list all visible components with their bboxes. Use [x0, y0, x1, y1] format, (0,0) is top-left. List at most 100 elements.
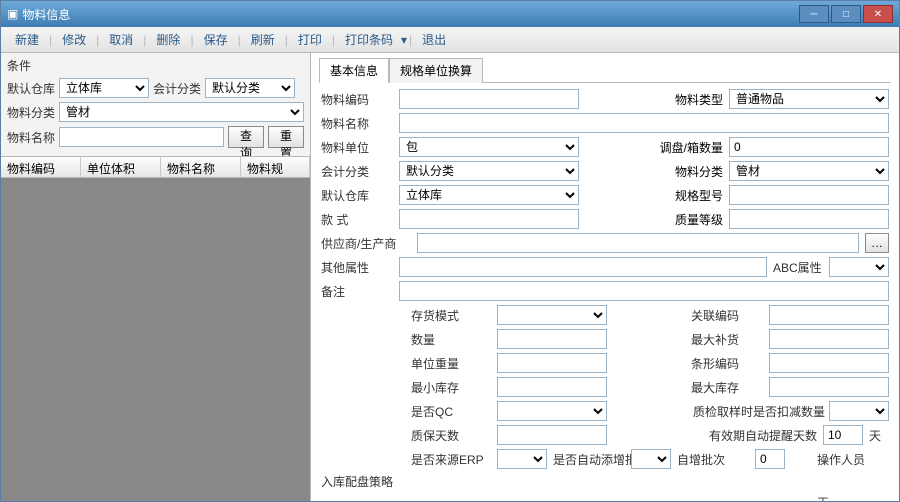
mat-cat2-select[interactable]: 管材 — [729, 161, 889, 181]
remark-input[interactable] — [399, 281, 889, 301]
max-stock-label: 最大库存 — [691, 379, 763, 396]
max-replenish-input[interactable] — [769, 329, 889, 349]
auto-inc-label: 自增批次 — [677, 451, 749, 468]
style-label: 款 式 — [321, 211, 393, 228]
name-input[interactable] — [399, 113, 889, 133]
mat-name-label: 物料名称 — [7, 129, 55, 146]
mat-name-input[interactable] — [59, 127, 224, 147]
query-button[interactable]: 查询 — [228, 126, 264, 148]
spec-input[interactable] — [729, 185, 889, 205]
barcode-input[interactable] — [769, 353, 889, 373]
col-name[interactable]: 物料名称 — [161, 157, 241, 177]
left-panel: 条件 默认仓库 立体库 会计分类 默认分类 物料分类 管材 物料名称 查询 重置 — [1, 53, 311, 501]
rel-code-input[interactable] — [769, 305, 889, 325]
grid-header: 物料编码 单位体积 物料名称 物料规 — [1, 156, 310, 178]
expire-warn-input[interactable] — [823, 425, 863, 445]
count-label: 数量 — [411, 331, 491, 348]
acct-select[interactable]: 默认分类 — [205, 78, 295, 98]
exit-button[interactable]: 退出 — [414, 29, 454, 50]
reset-button[interactable]: 重置 — [268, 126, 304, 148]
rel-code-label: 关联编码 — [691, 307, 763, 324]
spec-label: 规格型号 — [651, 187, 723, 204]
expire-warn-label: 有效期自动提醒天数 — [687, 427, 817, 444]
code-input[interactable] — [399, 89, 579, 109]
barcode-label: 条形编码 — [691, 355, 763, 372]
max-stock-input[interactable] — [769, 377, 889, 397]
col-code[interactable]: 物料编码 — [1, 157, 81, 177]
acct2-select[interactable]: 默认分类 — [399, 161, 579, 181]
auto-batch-label: 是否自动添增批号 — [553, 451, 625, 468]
qa-days-label: 质保天数 — [411, 427, 491, 444]
is-erp-select[interactable] — [497, 449, 547, 469]
tab-basic[interactable]: 基本信息 — [319, 58, 389, 83]
app-icon: ▣ — [7, 7, 18, 21]
quality-label: 质量等级 — [651, 211, 723, 228]
save-button[interactable]: 保存 — [196, 29, 236, 50]
pallet-qty-input[interactable] — [729, 137, 889, 157]
name-label: 物料名称 — [321, 115, 393, 132]
supplier-input[interactable] — [417, 233, 859, 253]
style-input[interactable] — [399, 209, 579, 229]
auto-batch-select[interactable] — [631, 449, 671, 469]
qc-deduct-select[interactable] — [829, 401, 889, 421]
supplier-browse-button[interactable]: … — [865, 233, 889, 253]
unit-weight-label: 单位重量 — [411, 355, 491, 372]
warehouse2-label: 默认仓库 — [321, 187, 393, 204]
delete-button[interactable]: 删除 — [148, 29, 188, 50]
print-barcode-button[interactable]: 打印条码 — [337, 29, 401, 50]
warehouse-select[interactable]: 立体库 — [59, 78, 149, 98]
auto-inc-input[interactable] — [755, 449, 785, 469]
section-inbound: 入库配盘策略 — [321, 473, 889, 490]
toolbar: 新建| 修改| 取消| 删除| 保存| 刷新| 打印| 打印条码▾| 退出 — [1, 27, 899, 53]
col-spec[interactable]: 物料规 — [241, 157, 310, 177]
operator-label: 操作人员 — [817, 451, 889, 468]
stock-mode-label: 存货模式 — [411, 307, 491, 324]
code-label: 物料编码 — [321, 91, 393, 108]
grid-body[interactable] — [1, 178, 310, 501]
is-qc-select[interactable] — [497, 401, 607, 421]
stock-mode-select[interactable] — [497, 305, 607, 325]
acct2-label: 会计分类 — [321, 163, 393, 180]
refresh-button[interactable]: 刷新 — [243, 29, 283, 50]
tab-spec[interactable]: 规格单位换算 — [389, 58, 483, 83]
supplier-label: 供应商/生产商 — [321, 235, 411, 252]
min-stock-label: 最小库存 — [411, 379, 491, 396]
min-stock-input[interactable] — [497, 377, 607, 397]
qc-deduct-label: 质检取样时是否扣减数量 — [693, 403, 823, 420]
day-unit: 天 — [869, 427, 889, 444]
type-label: 物料类型 — [651, 91, 723, 108]
maximize-button[interactable]: □ — [831, 5, 861, 23]
count-input[interactable] — [497, 329, 607, 349]
type-select[interactable]: 普通物品 — [729, 89, 889, 109]
mat-cat-label: 物料分类 — [7, 104, 55, 121]
minimize-button[interactable]: ─ — [799, 5, 829, 23]
mat-cat2-label: 物料分类 — [651, 163, 723, 180]
unit-select[interactable]: 包 — [399, 137, 579, 157]
pallet-qty-label: 调盘/箱数量 — [633, 139, 723, 156]
mat-cat-select[interactable]: 管材 — [59, 102, 304, 122]
cancel-button[interactable]: 取消 — [101, 29, 141, 50]
search-header: 条件 — [7, 57, 31, 74]
col-volume[interactable]: 单位体积 — [81, 157, 161, 177]
other-attr-label: 其他属性 — [321, 259, 393, 276]
edit-button[interactable]: 修改 — [54, 29, 94, 50]
warehouse2-select[interactable]: 立体库 — [399, 185, 579, 205]
titlebar: ▣ 物料信息 ─ □ ✕ — [1, 1, 899, 27]
unit-weight-input[interactable] — [497, 353, 607, 373]
is-qc-label: 是否QC — [411, 403, 491, 420]
close-button[interactable]: ✕ — [863, 5, 893, 23]
quality-input[interactable] — [729, 209, 889, 229]
abc-select[interactable] — [829, 257, 889, 277]
app-window: ▣ 物料信息 ─ □ ✕ 新建| 修改| 取消| 删除| 保存| 刷新| 打印|… — [0, 0, 900, 502]
print-button[interactable]: 打印 — [290, 29, 330, 50]
remark-label: 备注 — [321, 283, 393, 300]
is-erp-label: 是否来源ERP — [411, 451, 491, 468]
search-panel: 条件 默认仓库 立体库 会计分类 默认分类 物料分类 管材 物料名称 查询 重置 — [1, 53, 310, 156]
other-attr-input[interactable] — [399, 257, 767, 277]
unit-label: 物料单位 — [321, 139, 393, 156]
tabs: 基本信息 规格单位换算 — [319, 57, 891, 83]
new-button[interactable]: 新建 — [7, 29, 47, 50]
warehouse-label: 默认仓库 — [7, 80, 55, 97]
window-title: 物料信息 — [22, 6, 70, 23]
qa-days-input[interactable] — [497, 425, 607, 445]
